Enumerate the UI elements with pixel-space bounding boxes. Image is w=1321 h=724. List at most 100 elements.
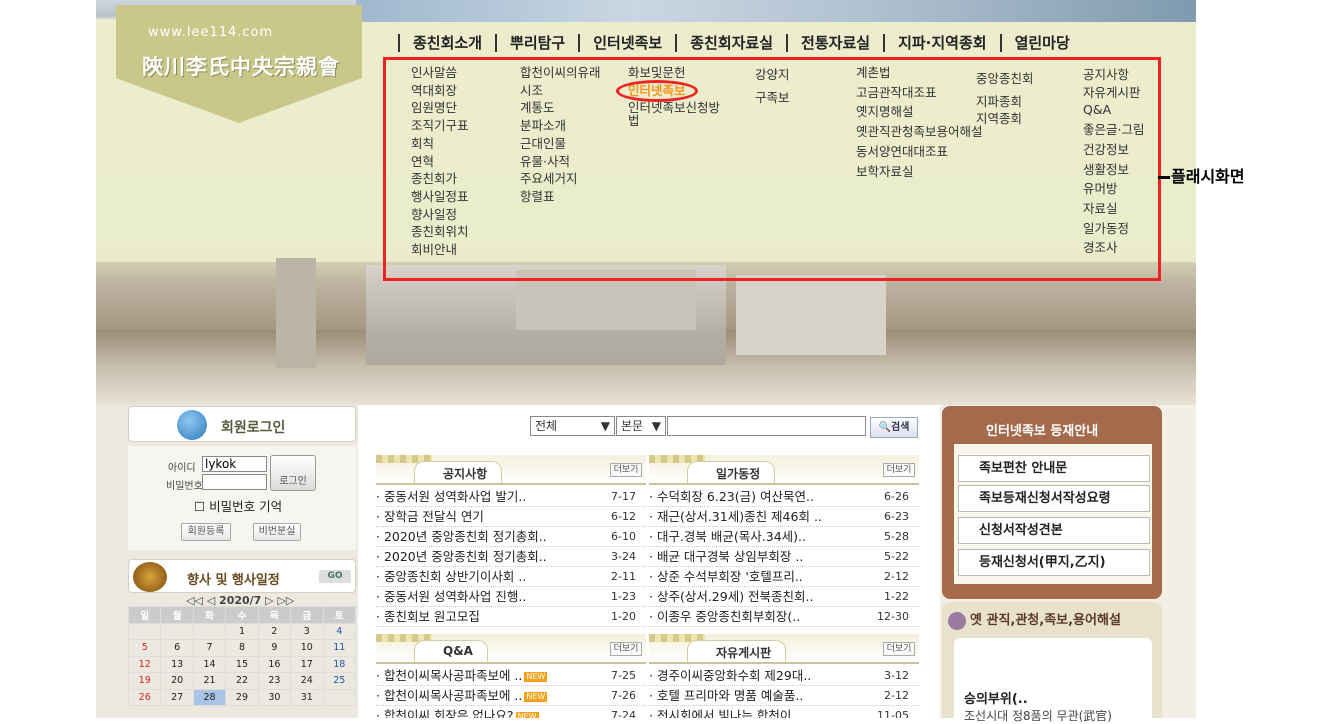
list-item[interactable]: · 상주(상서.29세) 전북종친회.. 1-22 xyxy=(649,587,919,607)
list-item[interactable]: · 합천이씨 회장은 없나요? NEW 7-24 xyxy=(376,706,646,718)
calendar-day[interactable]: 7 xyxy=(192,639,227,657)
more-button[interactable]: 더보기 xyxy=(883,642,915,656)
calendar-day[interactable]: 18 xyxy=(322,655,357,673)
list-item[interactable]: · 이종우 중앙종친회부회장(.. 12-30 xyxy=(649,607,919,627)
search-button[interactable]: 🔍검색 xyxy=(870,417,918,438)
calendar-day[interactable]: 11 xyxy=(322,639,357,657)
calendar-day[interactable] xyxy=(322,688,357,706)
calendar-day[interactable]: 27 xyxy=(160,688,194,706)
calendar-day[interactable]: 10 xyxy=(290,639,324,657)
nav-branches[interactable]: 지파·지역종회 xyxy=(883,34,1000,52)
login-header: 회원로그인 xyxy=(128,406,356,442)
search-field-select[interactable]: 본문 ▼ xyxy=(616,416,666,436)
list-item[interactable]: · 전시회에서 빛나는 합천이.. 11-05 xyxy=(649,706,919,718)
new-badge: NEW xyxy=(524,671,548,682)
calendar-day[interactable]: 26 xyxy=(127,688,162,706)
calendar-day[interactable]: 6 xyxy=(160,639,194,657)
nav-internet-genealogy[interactable]: 인터넷족보 xyxy=(578,34,675,52)
calendar-day[interactable]: 9 xyxy=(257,639,292,657)
list-item[interactable]: · 대구.경북 배균(목사.34세).. 5-28 xyxy=(649,527,919,547)
list-item-date: 11-05 xyxy=(877,709,909,718)
list-item-date: 6-10 xyxy=(611,530,636,543)
nav-about[interactable]: 종친회소개 xyxy=(398,34,495,52)
calendar-day[interactable]: 12 xyxy=(127,655,162,673)
calendar-day[interactable]: 31 xyxy=(290,688,324,706)
calendar-day-today[interactable]: 28 xyxy=(192,688,227,706)
nav-traditional[interactable]: 전통자료실 xyxy=(786,34,883,52)
calendar-day[interactable]: 21 xyxy=(192,672,227,690)
list-item[interactable]: · 합천이씨목사공파족보에 .. NEW 7-26 xyxy=(376,686,646,706)
list-item-title: 상주(상서.29세) 전북종친회.. xyxy=(656,589,814,604)
more-button[interactable]: 더보기 xyxy=(610,463,642,477)
list-item[interactable]: · 중동서원 성역화사업 진행.. 1-23 xyxy=(376,587,646,607)
nav-roots[interactable]: 뿌리탐구 xyxy=(495,34,578,52)
nav-archive[interactable]: 종친회자료실 xyxy=(675,34,786,52)
list-item[interactable]: · 경주이씨중앙화수회 제29대.. 3-12 xyxy=(649,666,919,686)
calendar-day[interactable]: 20 xyxy=(160,672,194,690)
terms-title[interactable]: 옛 관직,관청,족보,용어해설 xyxy=(948,609,1121,630)
search-input[interactable] xyxy=(667,416,866,436)
board-title[interactable]: 일가동정 xyxy=(687,461,776,483)
calendar-day[interactable] xyxy=(127,622,162,640)
calendar-day[interactable]: 1 xyxy=(225,622,259,640)
calendar-day[interactable]: 16 xyxy=(257,655,292,673)
term-title[interactable]: 승의부위(.. xyxy=(964,688,1028,707)
calendar-day[interactable]: 13 xyxy=(160,655,194,673)
list-item[interactable]: · 재근(상서.31세)종친 제46회 .. 6-23 xyxy=(649,507,919,527)
join-button[interactable]: 회원등록 xyxy=(181,523,231,541)
search-scope-value: 전체 xyxy=(535,419,558,433)
guide-link-notice[interactable]: 족보편찬 안내문 xyxy=(958,455,1150,482)
guide-link-form[interactable]: 등재신청서(甲지,乙지) xyxy=(958,549,1150,576)
find-password-button[interactable]: 비번분실 xyxy=(253,523,301,541)
list-item-title: 수덕회장 6.23(금) 여산묵연.. xyxy=(656,489,814,504)
calendar-day[interactable]: 30 xyxy=(257,688,292,706)
password-input[interactable] xyxy=(202,474,267,490)
board-header: Q&A 더보기 xyxy=(376,634,646,664)
list-item-date: 2-11 xyxy=(611,570,636,583)
board-title[interactable]: 공지사항 xyxy=(414,461,503,483)
calendar-day[interactable]: 24 xyxy=(290,672,324,690)
remember-password-checkbox[interactable]: ☐ 비밀번호 기억 xyxy=(194,496,282,515)
calendar-day[interactable]: 5 xyxy=(127,639,162,657)
list-item[interactable]: · 상준 수석부회장 '호텔프리.. 2-12 xyxy=(649,567,919,587)
more-button[interactable]: 더보기 xyxy=(883,463,915,477)
list-item[interactable]: · 종친회보 원고모집 1-20 xyxy=(376,607,646,627)
calendar-day[interactable]: 14 xyxy=(192,655,227,673)
guide-link-sample[interactable]: 신청서작성견본 xyxy=(958,517,1150,544)
calendar-day[interactable]: 8 xyxy=(225,639,259,657)
calendar-day[interactable]: 4 xyxy=(322,622,357,640)
calendar-day[interactable]: 2 xyxy=(257,622,292,640)
board-title[interactable]: 자유게시판 xyxy=(687,640,787,662)
calendar-day[interactable]: 15 xyxy=(225,655,259,673)
login-button[interactable]: 로그인 xyxy=(270,455,316,491)
list-item[interactable]: · 합천이씨목사공파족보에 .. NEW 7-25 xyxy=(376,666,646,686)
nav-open-yard[interactable]: 열린마당 xyxy=(999,34,1083,52)
more-button[interactable]: 더보기 xyxy=(610,642,642,656)
calendar-day[interactable]: 23 xyxy=(257,672,292,690)
list-item[interactable]: · 호텔 프리마와 명품 예술품.. 2-12 xyxy=(649,686,919,706)
calendar-day[interactable]: 22 xyxy=(225,672,259,690)
calendar-day[interactable]: 19 xyxy=(127,672,162,690)
list-item[interactable]: · 배균 대구경북 상임부회장 .. 5-22 xyxy=(649,547,919,567)
list-item[interactable]: · 수덕회장 6.23(금) 여산묵연.. 6-26 xyxy=(649,487,919,507)
list-item-title: 이종우 중앙종친회부회장(.. xyxy=(656,609,801,624)
calendar-day[interactable]: 25 xyxy=(322,672,357,690)
id-input[interactable]: lykok xyxy=(202,456,267,472)
list-item[interactable]: · 2020년 중앙종친회 정기총회.. 6-10 xyxy=(376,527,646,547)
calendar-day[interactable]: 17 xyxy=(290,655,324,673)
calendar-day[interactable]: 3 xyxy=(290,622,324,640)
calendar-weekday: 월 xyxy=(160,606,194,624)
calendar-go-button[interactable]: GO xyxy=(319,570,351,583)
calendar-day[interactable]: 29 xyxy=(225,688,259,706)
list-item[interactable]: · 중앙종친회 상반기이사회 .. 2-11 xyxy=(376,567,646,587)
calendar-weekday: 금 xyxy=(290,606,324,624)
guide-link-howto[interactable]: 족보등재신청서작성요령 xyxy=(958,485,1150,512)
list-item[interactable]: · 중동서원 성역화사업 발기.. 7-17 xyxy=(376,487,646,507)
search-scope-select[interactable]: 전체 ▼ xyxy=(530,416,615,436)
calendar-day[interactable] xyxy=(192,622,227,640)
calendar-day[interactable] xyxy=(160,622,194,640)
list-item[interactable]: · 2020년 중앙종친회 정기총회.. 3-24 xyxy=(376,547,646,567)
list-item-title: 중동서원 성역화사업 진행.. xyxy=(383,589,527,604)
board-title[interactable]: Q&A xyxy=(414,640,488,662)
list-item[interactable]: · 장학금 전달식 연기 6-12 xyxy=(376,507,646,527)
